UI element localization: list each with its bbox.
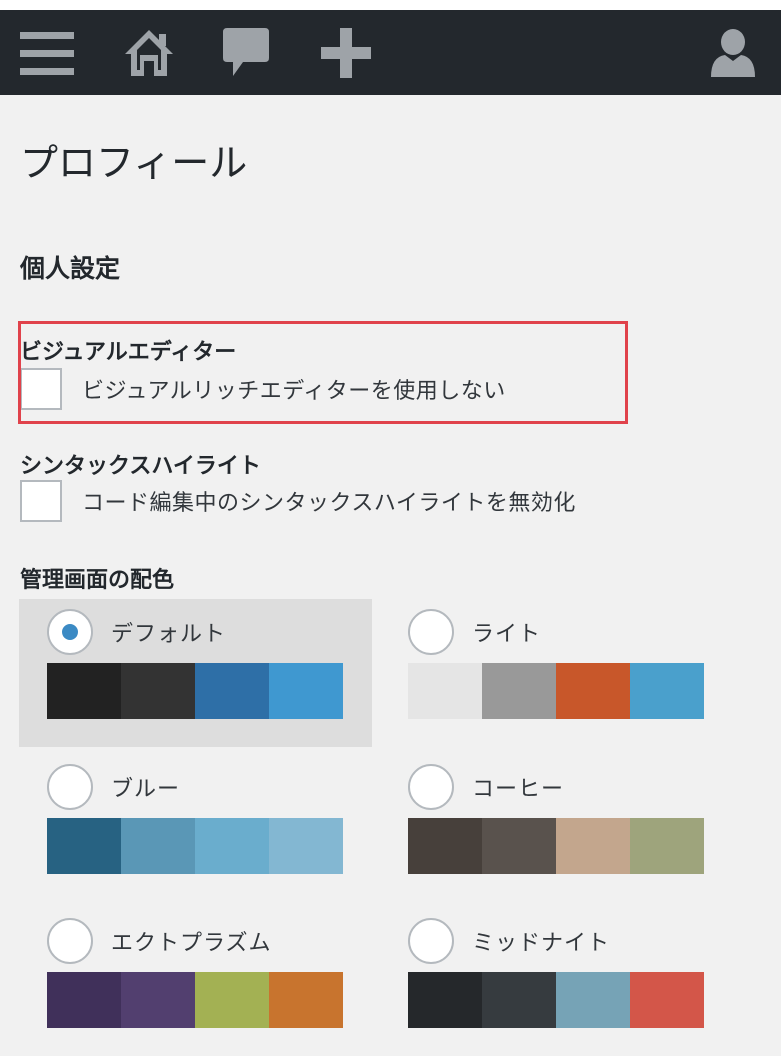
- color-scheme-label: 管理画面の配色: [20, 568, 175, 593]
- color-swatch-2: [121, 972, 195, 1028]
- color-swatch-2: [482, 972, 556, 1028]
- color-swatch-3: [195, 818, 269, 874]
- color-swatch-4: [269, 663, 343, 719]
- admin-bar: [0, 10, 781, 95]
- color-swatch-2: [482, 818, 556, 874]
- scheme-radio[interactable]: [408, 918, 454, 964]
- color-swatch-3: [195, 663, 269, 719]
- scheme-radio[interactable]: [47, 764, 93, 810]
- color-swatch-3: [556, 972, 630, 1028]
- menu-icon[interactable]: [12, 10, 82, 95]
- color-swatch-4: [269, 972, 343, 1028]
- color-swatch-2: [121, 663, 195, 719]
- color-swatch-2: [482, 663, 556, 719]
- syntax-highlight-option-label: コード編集中のシンタックスハイライトを無効化: [82, 491, 576, 516]
- scheme-radio[interactable]: [408, 609, 454, 655]
- color-swatch-4: [630, 972, 704, 1028]
- color-swatch-1: [408, 818, 482, 874]
- radio-selected-dot: [62, 624, 78, 640]
- visual-editor-checkbox[interactable]: [20, 368, 62, 410]
- color-swatches: [408, 972, 704, 1028]
- color-swatch-3: [556, 663, 630, 719]
- scheme-radio[interactable]: [47, 609, 93, 655]
- scheme-radio[interactable]: [408, 764, 454, 810]
- visual-editor-label: ビジュアルエディター: [20, 340, 237, 365]
- page-title: プロフィール: [20, 141, 248, 185]
- visual-editor-option-label: ビジュアルリッチエディターを使用しない: [82, 379, 506, 404]
- home-icon[interactable]: [118, 10, 180, 95]
- section-title: 個人設定: [20, 254, 121, 283]
- color-swatch-4: [269, 818, 343, 874]
- color-swatch-3: [556, 818, 630, 874]
- scheme-option-coffee[interactable]: コーヒー: [380, 754, 733, 902]
- scheme-name: ブルー: [111, 777, 181, 802]
- scheme-option-blue[interactable]: ブルー: [19, 754, 372, 902]
- color-swatch-4: [630, 663, 704, 719]
- color-swatch-3: [195, 972, 269, 1028]
- scheme-name: エクトプラズム: [111, 931, 272, 956]
- color-swatch-1: [408, 972, 482, 1028]
- account-icon[interactable]: [700, 10, 766, 95]
- color-swatch-1: [47, 972, 121, 1028]
- color-swatches: [408, 818, 704, 874]
- syntax-highlight-checkbox[interactable]: [20, 480, 62, 522]
- scheme-name: ミッドナイト: [472, 931, 611, 956]
- syntax-highlight-option[interactable]: コード編集中のシンタックスハイライトを無効化: [20, 480, 576, 522]
- top-strip: [0, 0, 781, 10]
- color-swatches: [47, 972, 343, 1028]
- color-swatch-1: [408, 663, 482, 719]
- add-new-icon[interactable]: [314, 10, 378, 95]
- color-swatch-2: [121, 818, 195, 874]
- visual-editor-option[interactable]: ビジュアルリッチエディターを使用しない: [20, 368, 506, 410]
- scheme-name: ライト: [472, 622, 542, 647]
- color-swatch-1: [47, 818, 121, 874]
- scheme-radio[interactable]: [47, 918, 93, 964]
- color-swatch-4: [630, 818, 704, 874]
- color-swatches: [47, 663, 343, 719]
- scheme-option-ectoplasm[interactable]: エクトプラズム: [19, 908, 372, 1056]
- scheme-name: コーヒー: [472, 777, 565, 802]
- scheme-option-midnight[interactable]: ミッドナイト: [380, 908, 733, 1056]
- scheme-option-light[interactable]: ライト: [380, 599, 733, 747]
- color-swatches: [408, 663, 704, 719]
- color-swatches: [47, 818, 343, 874]
- syntax-highlight-label: シンタックスハイライト: [20, 454, 261, 479]
- comments-icon[interactable]: [216, 10, 276, 95]
- color-swatch-1: [47, 663, 121, 719]
- scheme-name: デフォルト: [111, 622, 227, 647]
- scheme-option-default[interactable]: デフォルト: [19, 599, 372, 747]
